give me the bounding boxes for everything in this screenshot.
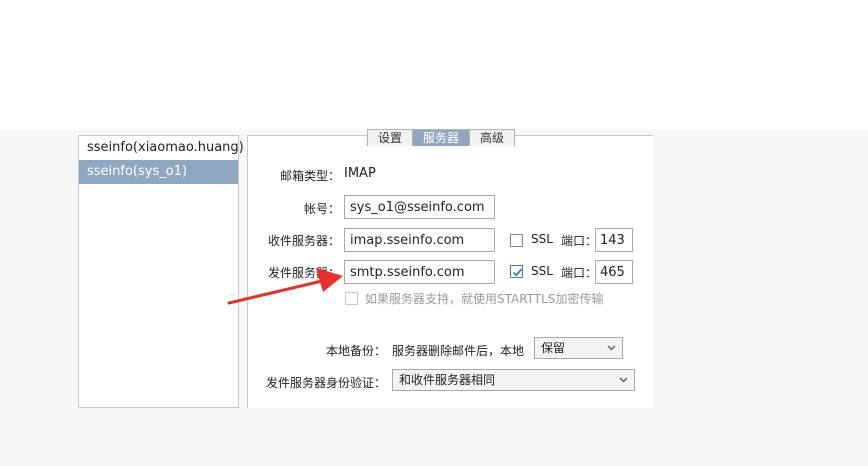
tab-server[interactable]: 服务器: [412, 129, 471, 146]
outgoing-ssl-label: SSL: [531, 264, 553, 278]
incoming-port-field[interactable]: [595, 228, 633, 252]
incoming-server-label: 收件服务器：: [267, 234, 340, 248]
chevron-down-icon: [619, 370, 628, 390]
backup-select[interactable]: 保留: [534, 337, 623, 359]
backup-description: 服务器删除邮件后，本地: [392, 344, 525, 358]
chevron-down-icon: [607, 338, 616, 358]
mailbox-type-value: IMAP: [344, 166, 376, 181]
auth-select-value: 和收件服务器相同: [399, 373, 496, 387]
account-list: sseinfo(xiaomao.huang) sseinfo(sys_o1): [78, 135, 244, 408]
starttls-label: 如果服务器支持，就使用STARTTLS加密传输: [365, 292, 604, 306]
outgoing-port-field[interactable]: [595, 260, 633, 284]
starttls-checkbox[interactable]: [345, 292, 358, 305]
backup-select-value: 保留: [541, 341, 566, 355]
auth-select[interactable]: 和收件服务器相同: [392, 369, 635, 391]
outgoing-ssl-checkbox[interactable]: [510, 265, 523, 278]
auth-label: 发件服务器身份验证：: [265, 376, 386, 390]
bottom-background: [0, 408, 868, 466]
outgoing-server-label: 发件服务器：: [267, 266, 340, 280]
incoming-ssl-label: SSL: [531, 232, 553, 246]
tab-settings[interactable]: 设置: [367, 129, 414, 146]
account-field[interactable]: [344, 195, 495, 219]
incoming-port-label: 端口：: [561, 234, 598, 248]
outgoing-server-field[interactable]: [344, 260, 495, 284]
backup-label: 本地备份：: [325, 344, 386, 358]
mailbox-type-label: 邮箱类型：: [279, 169, 340, 183]
top-background: [0, 0, 868, 130]
incoming-ssl-checkbox[interactable]: [510, 234, 523, 247]
account-item-xiaomao[interactable]: sseinfo(xiaomao.huang): [79, 136, 244, 160]
checkmark-icon: [512, 268, 523, 277]
incoming-server-field[interactable]: [344, 228, 495, 252]
tab-advanced[interactable]: 高级: [469, 129, 516, 146]
account-item-sys-o1[interactable]: sseinfo(sys_o1): [79, 160, 238, 184]
outgoing-port-label: 端口：: [561, 266, 598, 280]
settings-tabs: 设置 服务器 高级: [367, 129, 516, 147]
account-label: 帐号：: [303, 202, 340, 216]
